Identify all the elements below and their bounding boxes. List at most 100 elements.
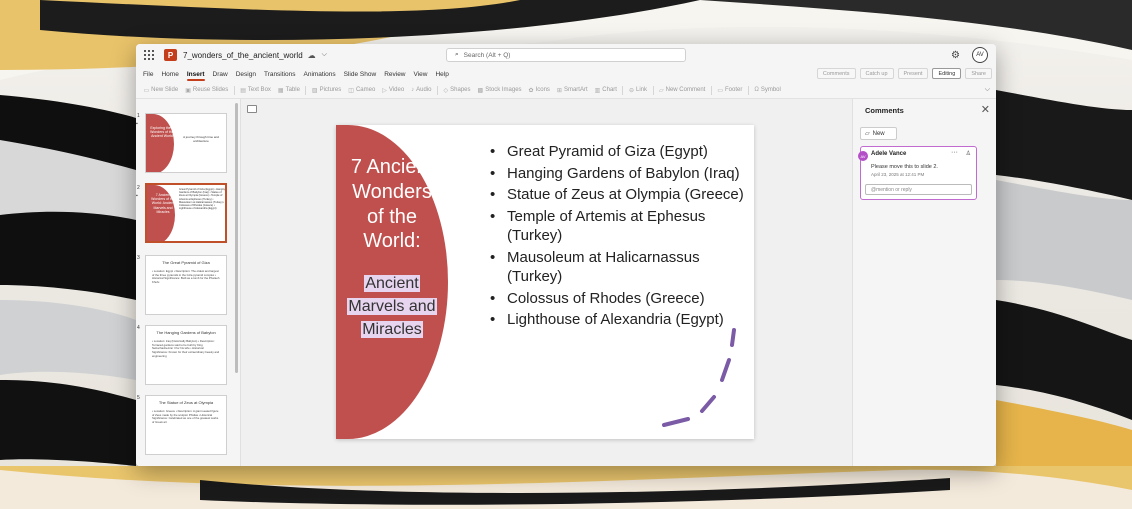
gear-icon[interactable]: ⚙ [951, 50, 960, 61]
stock-images-icon: ▩ [477, 87, 484, 94]
tab-design[interactable]: Design [232, 66, 260, 82]
thumb-subtitle: A journey through time and architecture [183, 135, 219, 143]
slide-thumbnail-4[interactable]: The Hanging Gardens of Babylon • Locatio… [145, 325, 227, 385]
slide-number: 3 [137, 255, 140, 261]
comment-indicator-icon[interactable]: ▪ [136, 193, 138, 199]
thumb-bullets: Great Pyramid of Giza (Egypt) • Hanging … [179, 188, 226, 211]
ink-drawing[interactable] [656, 325, 746, 435]
icons-button[interactable]: ✿ Icons [525, 87, 553, 94]
wonders-bullet-list[interactable]: Great Pyramid of Giza (Egypt) Hanging Ga… [490, 142, 745, 332]
present-button[interactable]: Present [897, 68, 929, 79]
list-item: Great Pyramid of Giza (Egypt) [490, 142, 745, 162]
slide-number: 2 [137, 185, 140, 191]
cameo-button[interactable]: ◫ Cameo [345, 87, 379, 94]
new-slide-icon: ▭ [143, 87, 150, 94]
chart-label: Chart [602, 87, 617, 93]
tab-draw[interactable]: Draw [209, 66, 232, 82]
user-avatar[interactable]: AV [972, 47, 988, 63]
smartart-button[interactable]: ⊞ SmartArt [553, 87, 591, 94]
comment-card[interactable]: AV Adele Vance ··· ♙ Please move this to… [858, 146, 977, 200]
close-icon[interactable]: ✕ [981, 103, 990, 116]
list-item: Colossus of Rhodes (Greece) [490, 289, 745, 309]
like-icon[interactable]: ♙ [966, 150, 971, 157]
slide-thumbnail-3[interactable]: The Great Pyramid of Giza • Location: Eg… [145, 255, 227, 315]
text-box-button[interactable]: ▤ Text Box [237, 87, 275, 94]
editing-mode-button[interactable]: Editing [932, 68, 962, 79]
list-item: Statue of Zeus at Olympia (Greece) [490, 185, 745, 205]
smartart-icon: ⊞ [556, 87, 562, 94]
thumb-title: The Hanging Gardens of Babylon [156, 330, 216, 335]
catch-up-button[interactable]: Catch up [859, 68, 894, 79]
slide-editor: 7 Ancient Wonders of the World: Ancient … [240, 99, 852, 466]
comment-text: Please move this to slide 2. [871, 164, 938, 170]
search-placeholder: Search (Alt + Q) [463, 51, 511, 59]
link-icon: ⊖ [628, 87, 634, 94]
icons-icon: ✿ [528, 87, 534, 94]
tab-review[interactable]: Review [380, 66, 409, 82]
current-slide[interactable]: 7 Ancient Wonders of the World: Ancient … [336, 125, 754, 439]
footer-button[interactable]: ▭ Footer [714, 87, 746, 94]
thumbnails-scrollbar[interactable] [235, 103, 238, 373]
tab-transitions[interactable]: Transitions [260, 66, 300, 82]
title-bar-actions: ⚙ AV [951, 47, 988, 63]
chart-icon: ▥ [594, 87, 601, 94]
tab-file[interactable]: File [139, 66, 157, 82]
search-input[interactable]: ⌕ Search (Alt + Q) [446, 48, 686, 62]
reply-placeholder: @mention or reply [871, 186, 912, 193]
tab-home[interactable]: Home [157, 66, 182, 82]
ribbon-collapse-icon[interactable]: ⌵ [985, 86, 990, 94]
comment-timestamp: April 23, 2025 at 12:41 PM [871, 172, 925, 177]
comment-indicator-icon[interactable]: ▪ [136, 121, 138, 127]
share-button[interactable]: Share [965, 68, 992, 79]
thumb-bullets: • Location: Greece • Description: A gian… [152, 409, 219, 424]
menu-right-actions: Comments Catch up Present Editing Share [816, 68, 992, 79]
tab-animations[interactable]: Animations [300, 66, 340, 82]
chart-button[interactable]: ▥ Chart [591, 87, 620, 94]
ribbon-divider [710, 85, 712, 95]
highlighted-title-text[interactable]: Ancient Marvels and Miracles [338, 272, 446, 342]
ribbon-divider [233, 85, 235, 95]
highlighted-line: Ancient [364, 275, 420, 292]
reuse-slides-icon: ▣ [185, 87, 191, 94]
cameo-label: Cameo [355, 87, 376, 93]
slide-thumbnail-2[interactable]: 7 Ancient Wonders of the World: Ancient … [145, 183, 227, 243]
document-title[interactable]: 7_wonders_of_the_ancient_world [183, 51, 303, 60]
tab-slide-show[interactable]: Slide Show [340, 66, 381, 82]
pictures-button[interactable]: ▨ Pictures [308, 87, 344, 94]
slide-thumbnails-pane: 1 ▪ Exploring the 7 Wonders of the Ancie… [136, 99, 240, 466]
new-comment-button[interactable]: ▱ New Comment [656, 87, 709, 94]
notes-toggle-icon[interactable] [247, 105, 257, 113]
chevron-down-icon[interactable]: ⌵ [322, 51, 327, 59]
slide-title[interactable]: 7 Ancient Wonders of the World: [338, 155, 446, 254]
title-line: 7 Ancient [350, 156, 434, 178]
table-button[interactable]: ▦ Table [274, 87, 303, 94]
title-line: Wonders [352, 180, 432, 203]
symbol-button[interactable]: Ω Symbol [751, 87, 785, 93]
more-options-icon[interactable]: ··· [951, 149, 958, 156]
tab-help[interactable]: Help [431, 66, 452, 82]
reuse-slides-button[interactable]: ▣ Reuse Slides [182, 87, 232, 94]
cameo-icon: ◫ [348, 87, 354, 94]
shapes-button[interactable]: ◇ Shapes [440, 87, 474, 94]
stock-images-button[interactable]: ▩ Stock Images [474, 87, 525, 94]
search-icon: ⌕ [455, 51, 459, 58]
stock-images-label: Stock Images [485, 87, 522, 93]
thumb-title: Exploring the 7 Wonders of the Ancient W… [150, 126, 174, 139]
tab-view[interactable]: View [410, 66, 432, 82]
cloud-saved-icon: ☁ [307, 50, 316, 60]
title-line: of the [366, 205, 418, 228]
reply-input[interactable]: @mention or reply [865, 184, 972, 195]
link-button[interactable]: ⊖ Link [625, 87, 650, 94]
slide-thumbnail-5[interactable]: The Statue of Zeus at Olympia • Location… [145, 395, 227, 455]
pictures-label: Pictures [319, 87, 342, 93]
app-launcher-icon[interactable] [144, 50, 154, 60]
icons-label: Icons [535, 87, 550, 93]
tab-insert[interactable]: Insert [183, 66, 209, 82]
new-slide-button[interactable]: ▭ New Slide [140, 87, 182, 94]
ribbon-divider [652, 85, 654, 95]
slide-thumbnail-1[interactable]: Exploring the 7 Wonders of the Ancient W… [145, 113, 227, 173]
new-comment-button[interactable]: ▱ New [860, 127, 897, 140]
audio-button[interactable]: ♪ Audio [408, 87, 435, 93]
video-button[interactable]: ▷ Video [379, 87, 408, 94]
comments-button[interactable]: Comments [816, 68, 856, 79]
